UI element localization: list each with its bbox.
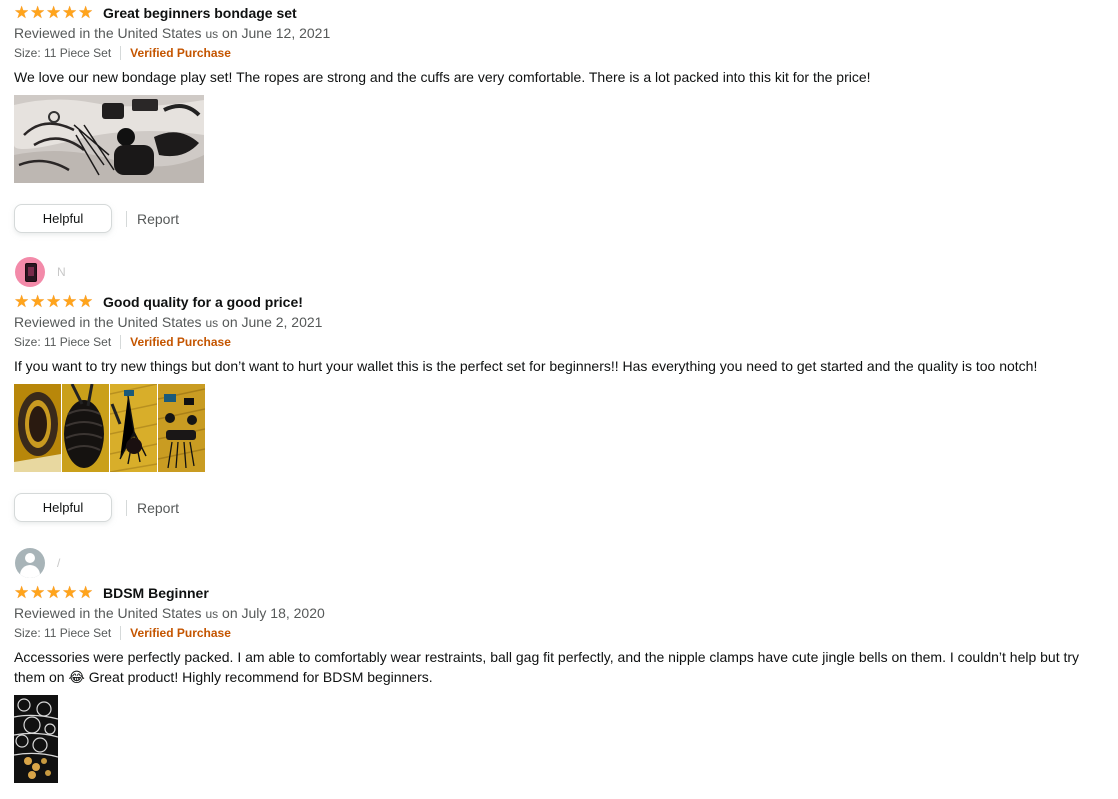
star-icon: ★ [30, 292, 46, 311]
review-images [14, 384, 1114, 472]
star-icon: ★ [30, 583, 46, 602]
star-rating[interactable]: ★ ★ ★ ★ ★ [14, 583, 94, 602]
review-card: / ★ ★ ★ ★ ★ BDSM Beginner Reviewed in th… [14, 547, 1114, 783]
divider [126, 499, 127, 516]
star-icon: ★ [62, 292, 78, 311]
review-card: ★ ★ ★ ★ ★ Great beginners bondage set Re… [14, 3, 1114, 233]
review-location-date: Reviewed in the United States us on June… [14, 312, 1114, 332]
reviewer-name[interactable]: / [57, 556, 60, 570]
review-title-row: ★ ★ ★ ★ ★ BDSM Beginner [14, 583, 1114, 603]
review-title[interactable]: Good quality for a good price! [103, 294, 303, 310]
review-image[interactable] [14, 384, 61, 472]
review-actions: Helpful Report [14, 493, 1114, 522]
star-icon: ★ [14, 3, 30, 22]
helpful-button[interactable]: Helpful [14, 204, 112, 233]
reviewer-profile[interactable]: / [14, 547, 1114, 579]
phone-avatar-icon [25, 263, 37, 282]
reviewed-in-text: Reviewed in the United States [14, 605, 202, 621]
product-size[interactable]: Size: 11 Piece Set [14, 626, 111, 640]
country-code: us [205, 27, 219, 41]
reviewed-in-text: Reviewed in the United States [14, 314, 202, 330]
review-body-line: Accessories were perfectly packed. I am … [14, 649, 1080, 665]
review-date: on June 12, 2021 [222, 25, 331, 41]
divider [120, 626, 122, 640]
divider [120, 335, 122, 349]
verified-purchase-badge: Verified Purchase [130, 335, 231, 349]
report-link[interactable]: Report [137, 500, 179, 516]
reviewer-profile[interactable]: N [14, 256, 1114, 288]
star-icon: ★ [78, 583, 94, 602]
review-card: N ★ ★ ★ ★ ★ Good quality for a good pric… [14, 256, 1114, 522]
country-code: us [205, 607, 219, 621]
review-title[interactable]: Great beginners bondage set [103, 5, 297, 21]
star-icon: ★ [14, 292, 30, 311]
divider [126, 210, 127, 227]
star-rating[interactable]: ★ ★ ★ ★ ★ [14, 3, 94, 22]
review-date: on July 18, 2020 [222, 605, 325, 621]
reviewed-in-text: Reviewed in the United States [14, 25, 202, 41]
star-icon: ★ [14, 583, 30, 602]
star-icon: ★ [46, 583, 62, 602]
review-date: on June 2, 2021 [222, 314, 323, 330]
review-image[interactable] [14, 95, 204, 183]
product-size[interactable]: Size: 11 Piece Set [14, 46, 111, 60]
star-icon: ★ [46, 292, 62, 311]
star-icon: ★ [78, 292, 94, 311]
review-image[interactable] [14, 695, 58, 783]
helpful-button[interactable]: Helpful [14, 493, 112, 522]
review-body: If you want to try new things but don’t … [14, 358, 1038, 374]
default-user-icon [25, 553, 35, 563]
review-body-line: them on 😂 Great product! Highly recommen… [14, 669, 433, 685]
star-icon: ★ [62, 583, 78, 602]
default-user-body [20, 565, 40, 578]
star-rating[interactable]: ★ ★ ★ ★ ★ [14, 292, 94, 311]
country-code: us [205, 316, 219, 330]
star-icon: ★ [30, 3, 46, 22]
review-actions: Helpful Report [14, 204, 1114, 233]
review-image[interactable] [110, 384, 157, 472]
review-title-row: ★ ★ ★ ★ ★ Good quality for a good price! [14, 292, 1114, 312]
avatar[interactable] [15, 257, 45, 287]
product-size[interactable]: Size: 11 Piece Set [14, 335, 111, 349]
review-title-row: ★ ★ ★ ★ ★ Great beginners bondage set [14, 3, 1114, 23]
avatar[interactable] [15, 548, 45, 578]
star-icon: ★ [62, 3, 78, 22]
review-location-date: Reviewed in the United States us on June… [14, 23, 1114, 43]
review-meta: Size: 11 Piece Set Verified Purchase [14, 332, 1114, 352]
verified-purchase-badge: Verified Purchase [130, 46, 231, 60]
divider [120, 46, 122, 60]
review-images [14, 695, 1114, 783]
reviewer-name[interactable]: N [57, 265, 66, 279]
report-link[interactable]: Report [137, 211, 179, 227]
review-location-date: Reviewed in the United States us on July… [14, 603, 1114, 623]
review-image[interactable] [62, 384, 109, 472]
review-title[interactable]: BDSM Beginner [103, 585, 209, 601]
review-images [14, 95, 1114, 183]
review-meta: Size: 11 Piece Set Verified Purchase [14, 623, 1114, 643]
review-image[interactable] [158, 384, 205, 472]
verified-purchase-badge: Verified Purchase [130, 626, 231, 640]
review-meta: Size: 11 Piece Set Verified Purchase [14, 43, 1114, 63]
review-body: Accessories were perfectly packed. I am … [14, 647, 1114, 687]
star-icon: ★ [78, 3, 94, 22]
review-body: We love our new bondage play set! The ro… [14, 69, 871, 85]
star-icon: ★ [46, 3, 62, 22]
